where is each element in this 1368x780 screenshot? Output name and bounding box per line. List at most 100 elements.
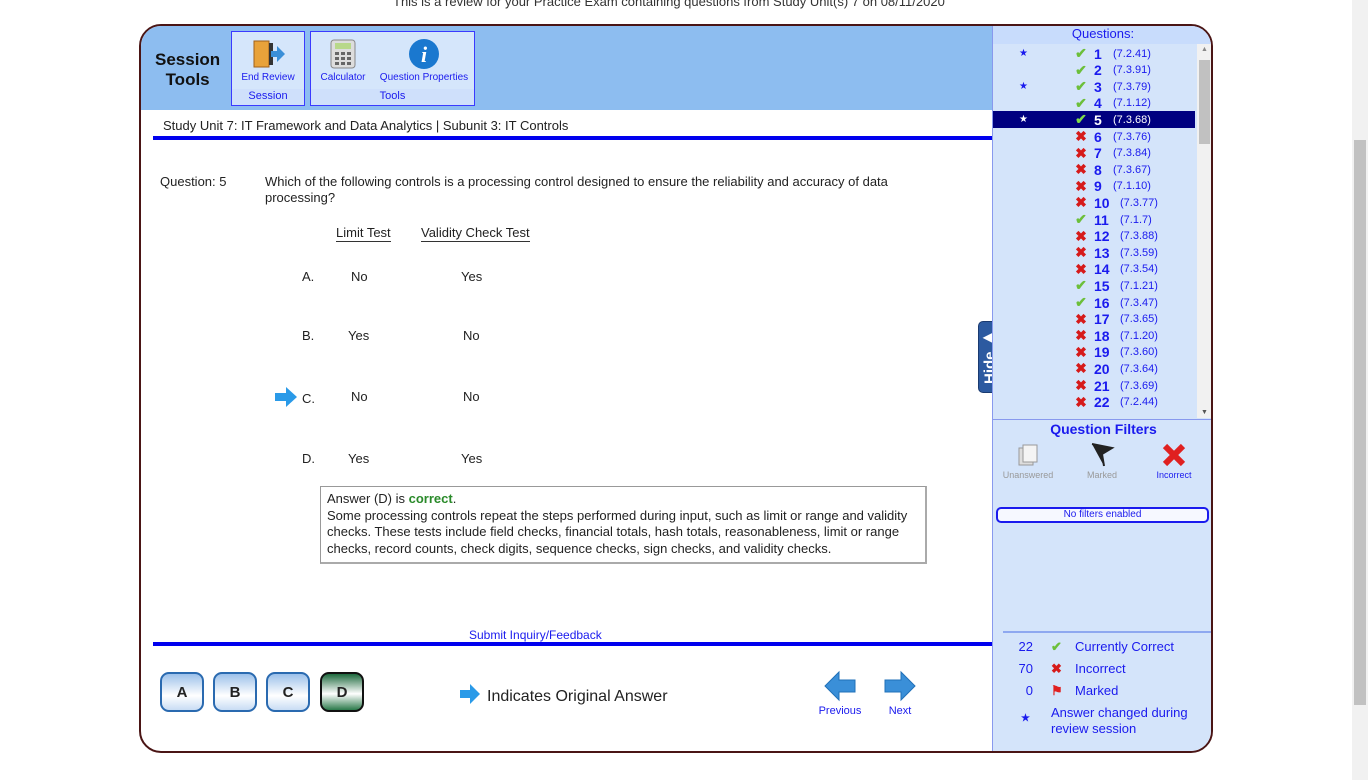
legend-count: 70 (1018, 661, 1033, 676)
answer-button-c[interactable]: C (266, 672, 310, 712)
question-number: 11 (1094, 211, 1109, 228)
check-icon: ✔ (1075, 111, 1087, 128)
question-list-item[interactable]: ✔ 16 (7.3.47) (993, 294, 1195, 311)
question-list-item[interactable]: ✖ 20 (7.3.64) (993, 360, 1195, 377)
question-number: 8 (1094, 161, 1102, 178)
scroll-up-icon[interactable]: ▲ (1201, 46, 1208, 53)
question-properties-label: Question Properties (379, 72, 469, 83)
answer-status: correct (408, 491, 453, 506)
end-review-button[interactable]: End Review (232, 36, 304, 83)
question-list-item[interactable]: ✔ 2 (7.3.91) (993, 62, 1195, 79)
question-ref: (7.3.64) (1120, 362, 1158, 375)
legend-label: Currently Correct (1075, 639, 1174, 654)
question-list-item[interactable]: ✔ 4 (7.1.12) (993, 95, 1195, 112)
page-scrollbar[interactable] (1352, 0, 1368, 780)
filter-label: Incorrect (1156, 470, 1192, 480)
question-list-item[interactable]: ✖ 22 (7.2.44) (993, 394, 1195, 411)
question-list-item[interactable]: ✖ 6 (7.3.76) (993, 128, 1195, 145)
question-number: 7 (1094, 145, 1102, 162)
question-ref: (7.3.59) (1120, 246, 1158, 259)
next-label: Next (888, 705, 912, 717)
question-properties-button[interactable]: i Question Properties (377, 36, 471, 83)
filter-status: No filters enabled (996, 507, 1209, 523)
check-icon: ✔ (1075, 45, 1087, 61)
question-list-item[interactable]: ✖ 13 (7.3.59) (993, 244, 1195, 261)
session-group-label: Session (232, 89, 304, 105)
scroll-thumb[interactable] (1199, 60, 1210, 144)
x-icon: ✖ (1075, 360, 1087, 377)
question-list-item[interactable]: ✖ 18 (7.1.20) (993, 327, 1195, 344)
question-list-item[interactable]: ✖ 21 (7.3.69) (993, 377, 1195, 394)
question-list-item[interactable]: ✖ 7 (7.3.84) (993, 145, 1195, 162)
star-icon: ★ (1021, 713, 1030, 724)
option-validity-value: No (463, 328, 480, 343)
question-ref: (7.1.10) (1113, 180, 1151, 193)
question-list-item[interactable]: ★ ✔ 3 (7.3.79) (993, 78, 1195, 95)
filter-unanswered[interactable]: Unanswered (993, 442, 1063, 480)
answer-suffix: . (452, 491, 457, 506)
x-icon: ✖ (1075, 128, 1087, 144)
question-ref: (7.3.54) (1120, 263, 1158, 276)
status-legend: 22 ✔ Currently Correct 70 ✖ Incorrect 0 ⚑ Mark… (1003, 631, 1211, 736)
question-list-scrollbar[interactable]: ▲ ▼ (1197, 44, 1211, 418)
divider (153, 642, 993, 646)
question-list-item[interactable]: ✔ 11 (7.1.7) (993, 211, 1195, 228)
question-list-item[interactable]: ✖ 10 (7.3.77) (993, 194, 1195, 211)
answer-button-a[interactable]: A (160, 672, 204, 712)
question-number: 2 (1094, 62, 1102, 79)
column-header-validity-check: Validity Check Test (421, 225, 530, 242)
x-icon: ✖ (1075, 227, 1087, 244)
question-number: 22 (1094, 394, 1110, 411)
x-icon: ✖ (1075, 194, 1087, 211)
question-ref: (7.1.12) (1113, 97, 1151, 110)
check-icon: ✔ (1075, 78, 1087, 95)
question-list-item[interactable]: ★ ✔ 5 (7.3.68) (993, 111, 1195, 129)
question-list-item[interactable]: ✖ 17 (7.3.65) (993, 311, 1195, 328)
filter-incorrect[interactable]: Incorrect (1139, 442, 1209, 480)
next-button[interactable]: Next (875, 670, 925, 717)
question-ref: (7.3.79) (1113, 80, 1151, 93)
option-letter: D. (302, 451, 315, 466)
check-icon: ✔ (1051, 639, 1062, 654)
page-scroll-thumb[interactable] (1354, 140, 1366, 705)
check-icon: ✔ (1075, 294, 1087, 310)
question-number: 10 (1094, 194, 1110, 211)
filter-marked[interactable]: Marked (1067, 442, 1137, 480)
question-list-item[interactable]: ✖ 12 (7.3.88) (993, 228, 1195, 245)
calculator-button[interactable]: Calculator (317, 36, 369, 83)
option-letter: C. (302, 391, 315, 406)
question-list-item[interactable]: ✖ 9 (7.1.10) (993, 178, 1195, 195)
question-list-item[interactable]: ★ ✔ 1 (7.2.41) (993, 45, 1195, 62)
question-ref: (7.3.77) (1120, 196, 1158, 209)
check-icon: ✔ (1075, 277, 1087, 294)
session-toolbar: Session Tools End Review Session Calculat… (141, 26, 993, 110)
x-icon: ✖ (1075, 244, 1087, 261)
question-list-item[interactable]: ✖ 19 (7.3.60) (993, 344, 1195, 361)
option-limit-value: Yes (348, 328, 370, 343)
question-list-item[interactable]: ✖ 8 (7.3.67) (993, 161, 1195, 178)
question-number: 19 (1094, 344, 1110, 361)
legend-count: 22 (1018, 639, 1033, 654)
question-list-item[interactable]: ✖ 14 (7.3.54) (993, 261, 1195, 278)
arrow-left-icon (815, 670, 865, 705)
question-number: 1 (1094, 45, 1102, 62)
question-number: 21 (1094, 377, 1110, 394)
scroll-down-icon[interactable]: ▼ (1201, 409, 1208, 416)
answer-button-d[interactable]: D (320, 672, 364, 712)
explanation-text: Some processing controls repeat the step… (327, 507, 908, 556)
question-ref: (7.3.88) (1120, 230, 1158, 243)
question-number: 20 (1094, 360, 1110, 377)
question-ref: (7.1.20) (1120, 329, 1158, 342)
breadcrumb: Study Unit 7: IT Framework and Data Anal… (163, 118, 569, 133)
previous-button[interactable]: Previous (815, 670, 865, 717)
submit-inquiry-link[interactable]: Submit Inquiry/Feedback (469, 628, 602, 642)
title-line1: Session (155, 50, 221, 69)
question-ref: (7.3.91) (1113, 64, 1151, 77)
question-list-item[interactable]: ✔ 15 (7.1.21) (993, 277, 1195, 294)
question-number: 5 (1094, 111, 1102, 128)
black-flag-icon (1067, 442, 1137, 470)
option-letter: A. (302, 269, 315, 284)
red-x-icon (1139, 442, 1209, 470)
answer-button-b[interactable]: B (213, 672, 257, 712)
legend-count: 0 (1025, 683, 1033, 698)
